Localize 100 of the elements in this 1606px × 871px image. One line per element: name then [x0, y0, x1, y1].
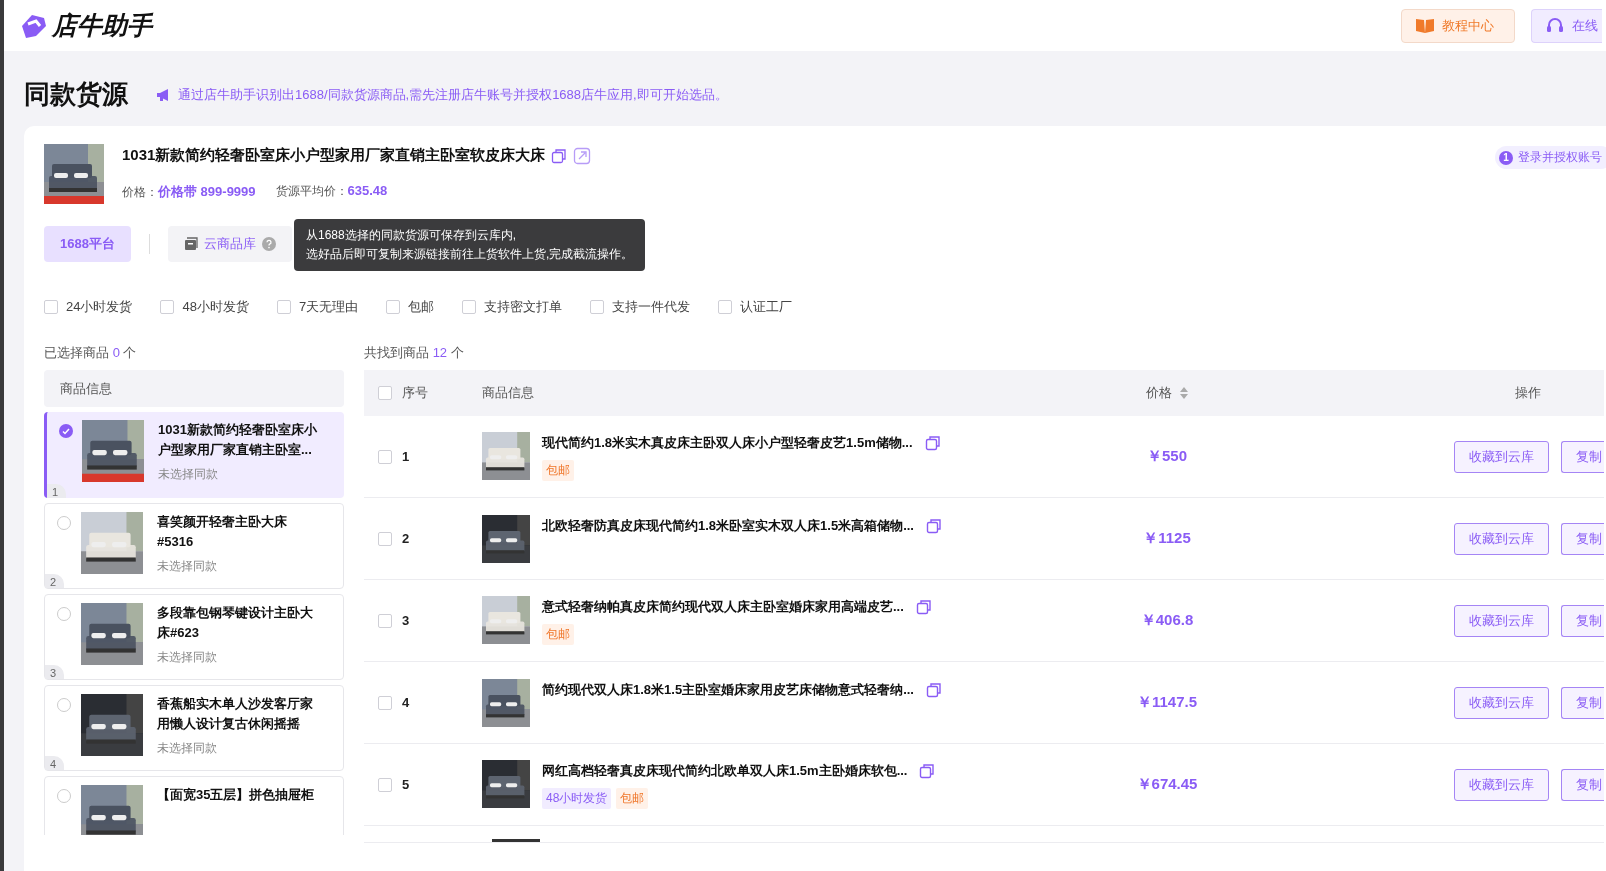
price-text: ￥1147.5 [1135, 693, 1199, 712]
notice-text: 通过店牛助手识别出1688/同款货源商品,需先注册店牛账号并授权1688店牛应用,即可开始选品。 [178, 85, 728, 104]
product-title: 1031新款简约轻奢卧室床小户型家用厂家直销主卧室软皮床大床 [122, 146, 546, 165]
filter-checkbox[interactable]: 支持密文打单 [462, 298, 563, 316]
price-text: ￥406.8 [1139, 611, 1195, 630]
status-text: 未选择同款 [158, 466, 219, 483]
source-tab[interactable]: 云商品库 [167, 226, 292, 262]
column-heading: 商品信息 [482, 384, 535, 402]
copy-icon[interactable] [551, 147, 568, 164]
row-number: 3 [402, 613, 411, 628]
filter-label: 48小时发货 [182, 298, 249, 316]
selected-product-card[interactable]: 多段靠包钢琴键设计主卧大床#623 未选择同款 3 [44, 594, 344, 680]
box-icon [183, 237, 198, 251]
selected-product-card[interactable]: 香蕉船实木单人沙发客厅家用懒人设计复古休闲摇摇 未选择同款 4 [44, 685, 344, 771]
status-text: 未选择同款 [157, 558, 218, 575]
check-circle-icon[interactable] [59, 424, 73, 438]
copy-icon[interactable] [915, 599, 932, 615]
filter-checkbox[interactable]: 支持一件代发 [590, 298, 691, 316]
row-number: 5 [402, 777, 411, 792]
service-button[interactable]: 在线 [1531, 8, 1602, 43]
filter-checkbox[interactable]: 48小时发货 [160, 298, 249, 316]
checkbox[interactable] [590, 300, 605, 314]
product-title[interactable]: 北欧轻奢防真皮床现代简约1.8米卧室实木双人床1.5米高箱储物... [542, 516, 914, 535]
radio-circle[interactable] [57, 607, 71, 621]
checkbox[interactable] [160, 300, 175, 314]
save-to-cloud-button[interactable]: 收藏到云库 [1454, 522, 1549, 555]
checkbox[interactable] [718, 300, 733, 314]
filter-label: 认证工厂 [740, 298, 793, 316]
price-text: ￥674.45 [1135, 775, 1199, 794]
save-to-cloud-button[interactable]: 收藏到云库 [1454, 768, 1549, 801]
filter-checkbox[interactable]: 认证工厂 [718, 298, 793, 316]
product-title[interactable]: 意式轻奢纳帕真皮床简约现代双人床主卧室婚床家用高端皮艺... [542, 598, 904, 616]
row-checkbox[interactable] [378, 777, 392, 792]
index-tag: 4 [45, 756, 65, 770]
link-icon[interactable] [573, 146, 592, 165]
save-to-cloud-button[interactable]: 收藏到云库 [1454, 440, 1549, 473]
product-tag: 包邮 [542, 624, 574, 645]
result-count-text: 共找到商品 12 个 [364, 344, 465, 362]
save-to-cloud-button[interactable]: 收藏到云库 [1454, 604, 1549, 637]
status-text: 未选择同款 [157, 740, 218, 757]
app-logo-text: 店牛助手 [52, 10, 152, 41]
filter-label: 支持一件代发 [612, 298, 691, 316]
row-number: 1 [402, 449, 411, 464]
index-tag: 3 [45, 665, 65, 679]
column-heading[interactable]: 价格 [1146, 384, 1172, 402]
column-header: 商品信息 [44, 370, 344, 407]
product-title[interactable]: 网红高档轻奢真皮床现代简约北欧单双人床1.5m主卧婚床软包... [542, 762, 908, 780]
copy-button[interactable]: 复制 [1561, 604, 1604, 637]
selected-count-text: 已选择商品 0 个 [44, 344, 138, 362]
checkbox[interactable] [462, 300, 477, 314]
tooltip: 从1688选择的同款货源可保存到云库内, 选好品后即可复制来源链接前往上货软件上货,完成截流操作。 [294, 219, 646, 271]
sort-icon[interactable] [1180, 387, 1188, 399]
login-step-badge[interactable]: 1 登录并授权账号 [1495, 146, 1606, 169]
index-tag: 2 [45, 574, 65, 588]
product-name: 香蕉船实木单人沙发客厅家用懒人设计复古休闲摇摇 [157, 695, 314, 733]
save-to-cloud-button[interactable]: 收藏到云库 [1454, 686, 1549, 719]
checkbox[interactable] [386, 300, 401, 314]
filter-checkbox[interactable]: 24小时发货 [44, 298, 133, 316]
row-checkbox[interactable] [378, 531, 392, 546]
radio-circle[interactable] [57, 698, 71, 712]
filter-label: 支持密文打单 [484, 298, 563, 316]
price-text: ￥1125 [1142, 529, 1192, 548]
product-name: 1031新款简约轻奢卧室床小户型家用厂家直销主卧室... [158, 421, 318, 459]
row-checkbox[interactable] [378, 613, 392, 628]
checkbox[interactable] [44, 300, 58, 314]
product-tag: 48小时发货 [542, 788, 612, 809]
selected-product-card[interactable]: 喜笑颜开轻奢主卧大床#5316 未选择同款 2 [44, 503, 344, 589]
product-name: 喜笑颜开轻奢主卧大床#5316 [157, 513, 288, 551]
selected-product-card[interactable]: 1031新款简约轻奢卧室床小户型家用厂家直销主卧室... 未选择同款 1 [44, 412, 344, 498]
filter-checkbox[interactable]: 包邮 [386, 298, 435, 316]
selected-product-card[interactable]: 【面宽35五层】拼色抽屉柜 [44, 776, 344, 835]
filter-label: 24小时发货 [66, 298, 133, 316]
copy-button[interactable]: 复制 [1561, 686, 1604, 719]
copy-button[interactable]: 复制 [1561, 768, 1604, 801]
product-title[interactable]: 现代简约1.8米实木真皮床主卧双人床小户型轻奢皮艺1.5m储物... [542, 434, 913, 452]
product-tag: 包邮 [616, 788, 649, 809]
select-all-checkbox[interactable] [378, 386, 392, 400]
price-range-text: 价格：价格带 899-9999 [122, 183, 256, 201]
row-checkbox[interactable] [378, 449, 392, 464]
filter-label: 7天无理由 [298, 298, 359, 316]
product-name: 【面宽35五层】拼色抽屉柜 [157, 786, 316, 804]
radio-circle[interactable] [57, 789, 71, 803]
copy-button[interactable]: 复制 [1561, 440, 1604, 473]
help-icon [261, 237, 276, 251]
checkbox[interactable] [276, 300, 291, 314]
copy-icon[interactable] [926, 681, 942, 698]
column-heading: 序号 [402, 384, 429, 402]
price-text: ￥550 [1146, 447, 1188, 466]
copy-button[interactable]: 复制 [1561, 522, 1604, 555]
copy-icon[interactable] [926, 517, 942, 534]
product-title[interactable]: 简约现代双人床1.8米1.5主卧室婚床家用皮艺床储物意式轻奢纳... [542, 680, 914, 699]
filter-checkbox[interactable]: 7天无理由 [276, 298, 359, 316]
row-checkbox[interactable] [378, 695, 392, 710]
radio-circle[interactable] [57, 516, 71, 530]
row-number: 4 [402, 695, 411, 710]
filter-label: 包邮 [408, 298, 435, 316]
copy-icon[interactable] [919, 763, 936, 779]
copy-icon[interactable] [924, 435, 941, 451]
page-title: 同款货源 [24, 78, 128, 111]
product-name: 多段靠包钢琴键设计主卧大床#623 [157, 604, 314, 642]
